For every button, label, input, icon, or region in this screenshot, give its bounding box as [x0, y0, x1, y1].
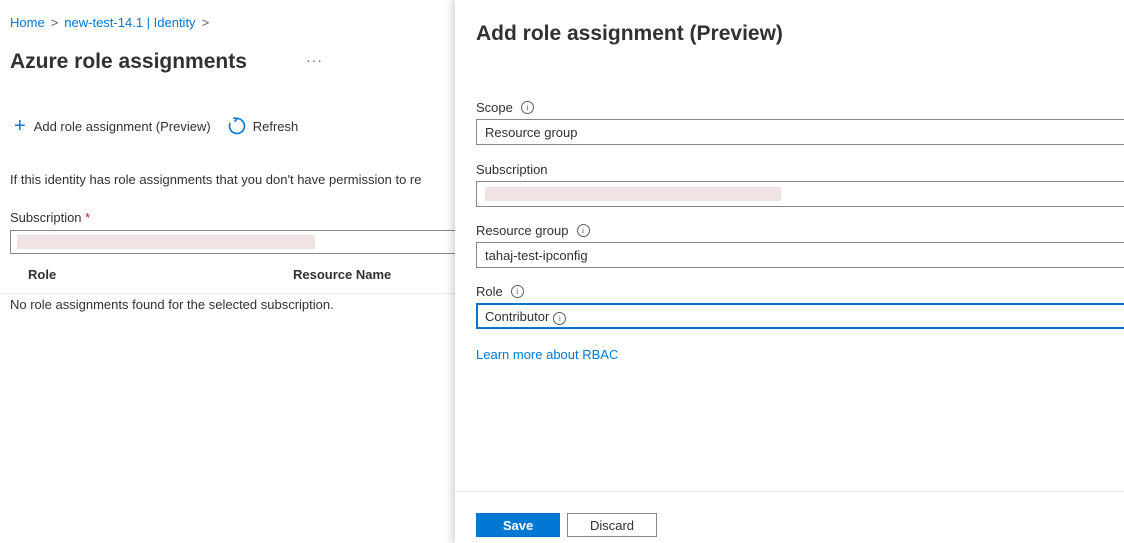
- permission-info-text: If this identity has role assignments th…: [10, 172, 422, 187]
- add-role-assignment-blade: Add role assignment (Preview) Scope i Res…: [455, 0, 1124, 543]
- column-header-role[interactable]: Role: [28, 267, 56, 282]
- subscription-field-dropdown[interactable]: [476, 181, 1124, 207]
- blade-title: Add role assignment (Preview): [476, 22, 783, 45]
- resource-group-dropdown[interactable]: tahaj-test-ipconfig: [476, 242, 1124, 268]
- redacted-subscription-value: [485, 187, 781, 201]
- required-mark: *: [85, 210, 91, 225]
- role-label: Role i: [476, 284, 524, 299]
- add-role-assignment-label: Add role assignment (Preview): [33, 118, 211, 134]
- table-header: Role Resource Name: [0, 263, 455, 294]
- role-assignments-page: Home > new-test-14.1 | Identity > Azure rol…: [0, 0, 455, 543]
- add-role-assignment-button[interactable]: + Add role assignment (Preview): [14, 115, 211, 137]
- breadcrumb: Home > new-test-14.1 | Identity >: [10, 15, 215, 30]
- learn-more-rbac-link[interactable]: Learn more about RBAC: [476, 347, 618, 362]
- refresh-label: Refresh: [252, 118, 299, 134]
- footer-divider: [455, 491, 1124, 492]
- resource-group-label: Resource group i: [476, 223, 590, 238]
- chevron-right-icon: >: [50, 15, 59, 30]
- role-value: Contributor: [485, 309, 550, 324]
- subscription-field-label: Subscription: [476, 162, 548, 177]
- plus-icon: +: [14, 115, 26, 137]
- redacted-subscription-value: [17, 235, 315, 249]
- discard-button[interactable]: Discard: [567, 513, 657, 537]
- chevron-right-icon: >: [201, 15, 210, 30]
- info-icon[interactable]: i: [520, 101, 534, 114]
- info-icon[interactable]: i: [510, 285, 524, 298]
- info-icon[interactable]: i: [576, 224, 590, 237]
- breadcrumb-identity[interactable]: new-test-14.1 | Identity: [64, 15, 195, 30]
- save-button[interactable]: Save: [476, 513, 560, 537]
- scope-dropdown[interactable]: Resource group: [476, 119, 1124, 145]
- scope-label: Scope i: [476, 100, 534, 115]
- subscription-dropdown[interactable]: [10, 230, 455, 254]
- subscription-label: Subscription *: [10, 210, 91, 225]
- role-dropdown[interactable]: Contributor i: [476, 303, 1124, 329]
- refresh-icon: [228, 117, 245, 135]
- column-header-resource-name[interactable]: Resource Name: [293, 267, 391, 282]
- breadcrumb-home[interactable]: Home: [10, 15, 45, 30]
- info-icon[interactable]: i: [553, 312, 567, 325]
- page-title: Azure role assignments: [10, 50, 247, 73]
- refresh-button[interactable]: Refresh: [211, 116, 299, 136]
- command-bar: + Add role assignment (Preview) Refresh: [14, 116, 298, 136]
- empty-state-message: No role assignments found for the select…: [10, 297, 334, 312]
- more-options-icon[interactable]: ···: [306, 52, 323, 68]
